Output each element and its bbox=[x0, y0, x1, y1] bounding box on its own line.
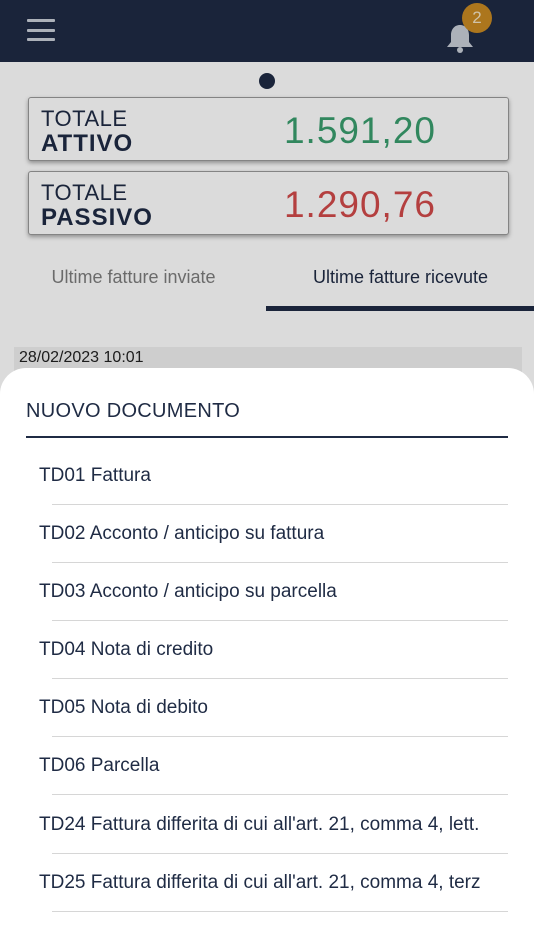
sheet-title-divider bbox=[26, 436, 508, 438]
menu-item-td01[interactable]: TD01 Fattura bbox=[39, 447, 508, 505]
sheet-title: NUOVO DOCUMENTO bbox=[26, 400, 241, 422]
menu-item-td04[interactable]: TD04 Nota di credito bbox=[39, 621, 508, 679]
menu-item-td02[interactable]: TD02 Acconto / anticipo su fattura bbox=[39, 505, 508, 563]
divider bbox=[52, 911, 508, 912]
new-document-sheet: NUOVO DOCUMENTO TD01 Fattura TD02 Accont… bbox=[0, 368, 534, 950]
menu-item-td03[interactable]: TD03 Acconto / anticipo su parcella bbox=[39, 563, 508, 621]
menu-item-td24[interactable]: TD24 Fattura differita di cui all'art. 2… bbox=[39, 796, 508, 854]
menu-item-td25[interactable]: TD25 Fattura differita di cui all'art. 2… bbox=[39, 854, 508, 912]
divider bbox=[52, 794, 508, 795]
menu-item-td05[interactable]: TD05 Nota di debito bbox=[39, 679, 508, 737]
menu-item-td06[interactable]: TD06 Parcella bbox=[39, 737, 508, 795]
